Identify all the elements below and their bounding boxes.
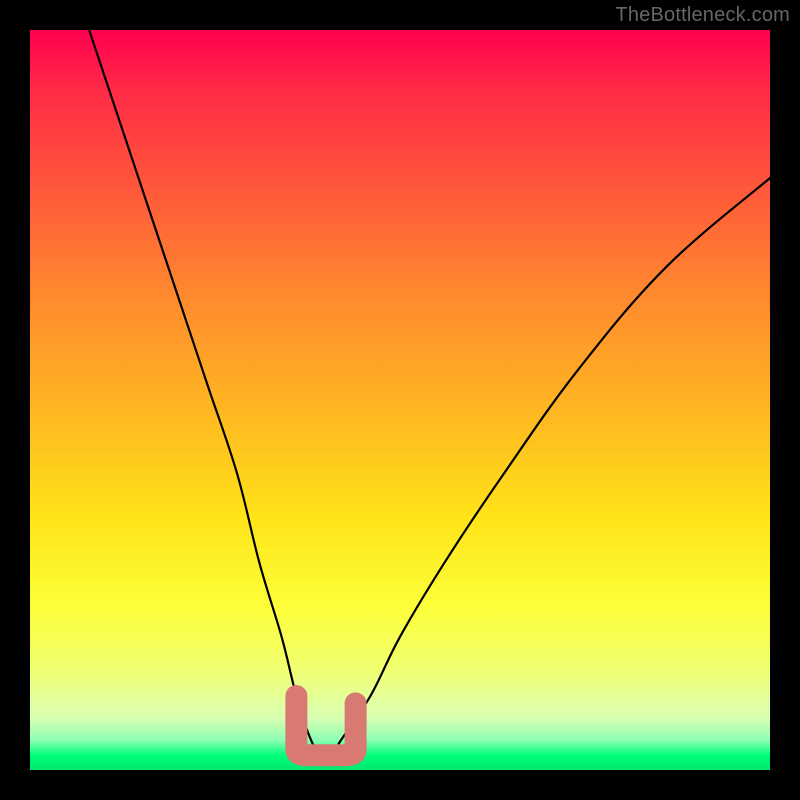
plot-area bbox=[30, 30, 770, 770]
chart-frame: TheBottleneck.com bbox=[0, 0, 800, 800]
curve-layer bbox=[30, 30, 770, 770]
watermark-text: TheBottleneck.com bbox=[615, 4, 790, 27]
optimal-region-marker bbox=[296, 696, 355, 755]
bottleneck-curve bbox=[89, 30, 770, 763]
